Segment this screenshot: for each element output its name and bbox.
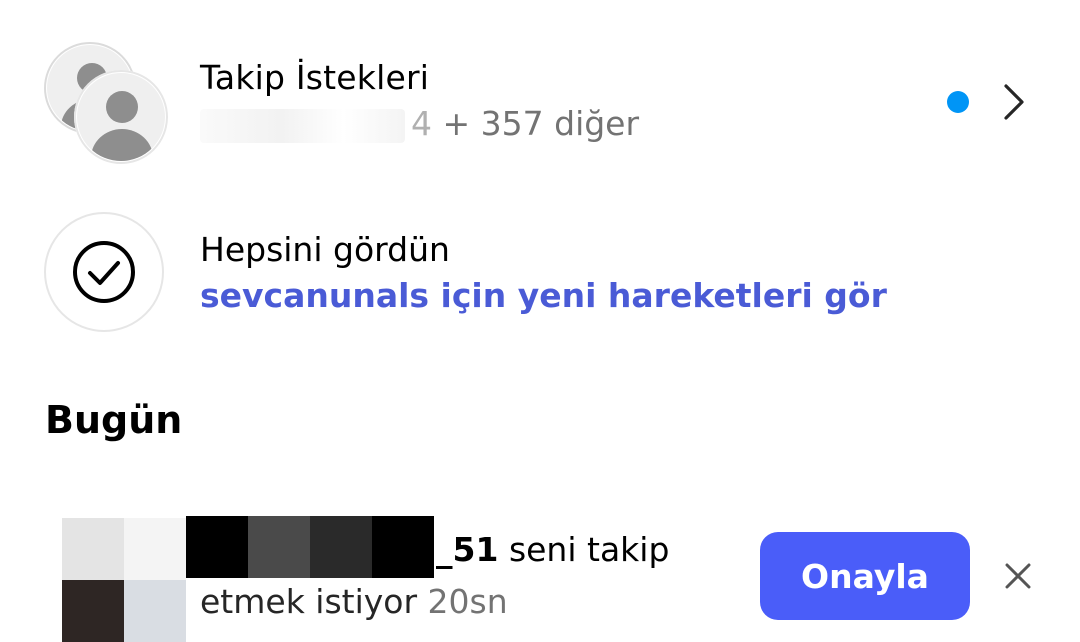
- follow-requests-title: Takip İstekleri: [200, 58, 430, 97]
- visible-fragment: 4: [411, 104, 432, 143]
- follow-requests-summary: 4 + 357 diğer: [200, 104, 639, 143]
- action-text: seni takip: [508, 530, 670, 569]
- unread-dot: [947, 91, 969, 113]
- others-count: + 357 diğer: [442, 104, 640, 143]
- check-circle-icon: [44, 212, 164, 332]
- follow-requests-row[interactable]: Takip İstekleri 4 + 357 diğer: [0, 0, 1080, 190]
- follow-requests-avatars: [44, 42, 184, 164]
- chevron-right-icon: [1004, 84, 1024, 120]
- notification-text: _51 seni takip: [436, 530, 669, 569]
- redacted-username: [186, 516, 434, 578]
- action-text-cont: etmek istiyor: [200, 582, 418, 621]
- avatar[interactable]: [62, 518, 186, 642]
- redacted-usernames: [200, 108, 405, 143]
- timestamp: 20sn: [427, 582, 508, 621]
- follow-request-notification[interactable]: _51 seni takip etmek istiyor 20sn Onayla: [0, 510, 1080, 642]
- section-header-today: Bugün: [45, 398, 183, 442]
- caught-up-row: Hepsini gördün sevcanunals için yeni har…: [0, 200, 1080, 350]
- close-icon[interactable]: [1000, 558, 1036, 594]
- username[interactable]: _51: [436, 530, 498, 569]
- caught-up-title: Hepsini gördün: [200, 230, 450, 269]
- see-new-activity-link[interactable]: sevcanunals için yeni hareketleri gör: [200, 276, 887, 315]
- notification-text-cont: etmek istiyor 20sn: [200, 582, 508, 621]
- approve-button[interactable]: Onayla: [760, 532, 970, 620]
